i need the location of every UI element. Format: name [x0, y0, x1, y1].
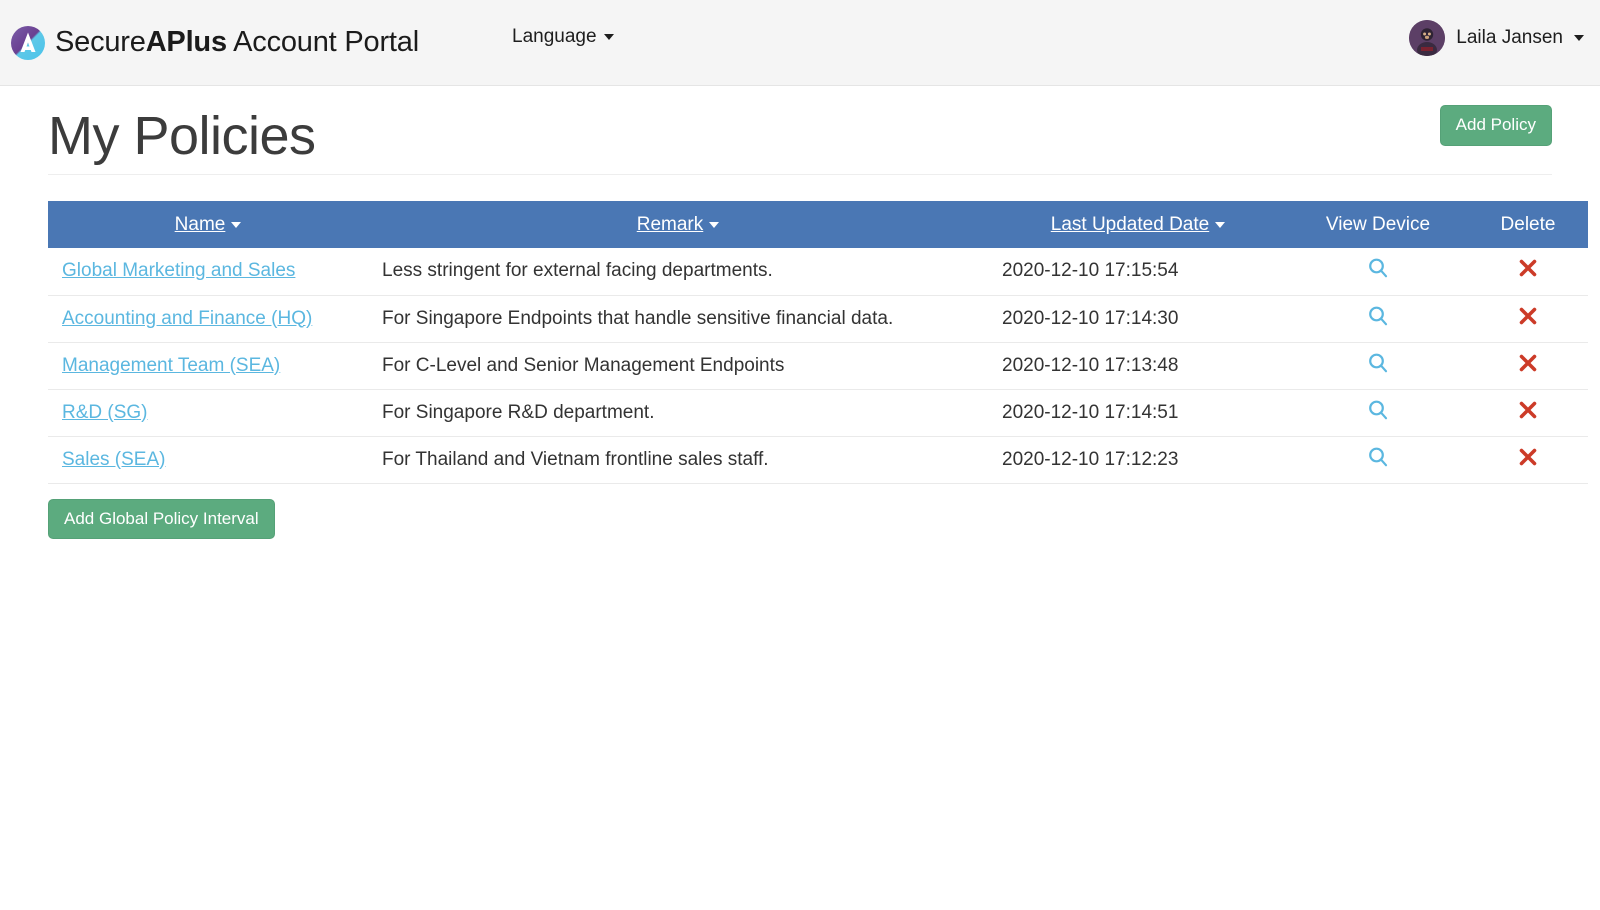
- chevron-down-icon: [231, 221, 242, 228]
- cell-view-device: [1288, 342, 1468, 390]
- cell-last-updated-date: 2020-12-10 17:12:23: [988, 436, 1288, 484]
- column-header-view-device: View Device: [1288, 201, 1468, 248]
- column-label-date: Last Updated Date: [1050, 213, 1210, 235]
- cell-remark: Less stringent for external facing depar…: [368, 248, 988, 296]
- cell-view-device: [1288, 389, 1468, 437]
- policies-table: Name Remark Last Updated Date View Devic…: [48, 201, 1588, 484]
- cell-last-updated-date: 2020-12-10 17:13:48: [988, 342, 1288, 390]
- magnifying-glass-icon[interactable]: [1367, 305, 1389, 327]
- brand-title: SecureAPlus Account Portal: [55, 28, 419, 57]
- cell-name: Management Team (SEA): [48, 342, 368, 390]
- language-label: Language: [512, 26, 597, 47]
- policy-name-link[interactable]: Management Team (SEA): [62, 355, 280, 376]
- cell-remark: For Singapore R&D department.: [368, 389, 988, 437]
- page-container: My Policies Add Policy Name Remark Last …: [0, 86, 1600, 540]
- cell-delete: [1468, 295, 1588, 343]
- column-label-view-device: View Device: [1325, 213, 1431, 235]
- magnifying-glass-icon[interactable]: [1367, 446, 1389, 468]
- chevron-down-icon: [603, 34, 614, 40]
- sort-name-control[interactable]: Name: [175, 214, 242, 236]
- chevron-down-icon: [709, 221, 720, 228]
- cell-delete: [1468, 248, 1588, 296]
- policy-name-link[interactable]: Global Marketing and Sales: [62, 260, 295, 281]
- magnifying-glass-icon[interactable]: [1367, 399, 1389, 421]
- brand-suffix: Account Portal: [226, 26, 419, 58]
- cell-view-device: [1288, 436, 1468, 484]
- brand-logo-link[interactable]: SecureAPlus Account Portal: [10, 25, 419, 61]
- chevron-down-icon: [1215, 221, 1226, 228]
- page-title: My Policies: [48, 106, 316, 166]
- cell-name: Accounting and Finance (HQ): [48, 295, 368, 343]
- policy-name-link[interactable]: R&D (SG): [62, 402, 148, 423]
- red-cross-icon[interactable]: [1518, 258, 1538, 278]
- policy-name-link[interactable]: Sales (SEA): [62, 449, 165, 470]
- column-header-name[interactable]: Name: [48, 201, 368, 248]
- cell-delete: [1468, 342, 1588, 390]
- avatar: [1409, 20, 1446, 56]
- column-label-delete: Delete: [1500, 213, 1556, 235]
- red-cross-icon[interactable]: [1518, 447, 1538, 467]
- secureaplus-logo-icon: [10, 25, 46, 61]
- cell-delete: [1468, 389, 1588, 437]
- column-label-remark: Remark: [636, 213, 704, 235]
- cell-last-updated-date: 2020-12-10 17:14:51: [988, 389, 1288, 437]
- cell-delete: [1468, 436, 1588, 484]
- user-menu[interactable]: Laila Jansen: [1409, 20, 1584, 56]
- table-row: Management Team (SEA) For C-Level and Se…: [48, 342, 1588, 390]
- sort-remark-control[interactable]: Remark: [637, 214, 720, 236]
- add-global-policy-interval-button[interactable]: Add Global Policy Interval: [48, 498, 275, 540]
- red-cross-icon[interactable]: [1518, 306, 1538, 326]
- language-dropdown[interactable]: Language: [512, 26, 614, 48]
- column-label-name: Name: [174, 213, 226, 235]
- policy-name-link[interactable]: Accounting and Finance (HQ): [62, 308, 312, 329]
- page-header: My Policies Add Policy: [48, 86, 1552, 175]
- red-cross-icon[interactable]: [1518, 353, 1538, 373]
- column-header-remark[interactable]: Remark: [368, 201, 988, 248]
- table-header-row: Name Remark Last Updated Date View Devic…: [48, 201, 1588, 248]
- brand-bold: APlus: [145, 26, 227, 58]
- cell-name: Sales (SEA): [48, 436, 368, 484]
- cell-view-device: [1288, 295, 1468, 343]
- column-header-last-updated-date[interactable]: Last Updated Date: [988, 201, 1288, 248]
- column-header-delete: Delete: [1468, 201, 1588, 248]
- cell-name: R&D (SG): [48, 389, 368, 437]
- sort-date-control[interactable]: Last Updated Date: [1050, 213, 1226, 236]
- add-policy-button[interactable]: Add Policy: [1439, 105, 1552, 146]
- chevron-down-icon: [1574, 35, 1584, 41]
- cell-last-updated-date: 2020-12-10 17:15:54: [988, 248, 1288, 296]
- policies-table-body: Global Marketing and Sales Less stringen…: [48, 248, 1588, 484]
- brand-prefix: Secure: [55, 26, 146, 58]
- table-row: Accounting and Finance (HQ) For Singapor…: [48, 295, 1588, 343]
- table-row: Sales (SEA) For Thailand and Vietnam fro…: [48, 436, 1588, 484]
- cell-remark: For Singapore Endpoints that handle sens…: [368, 295, 988, 343]
- top-navbar: SecureAPlus Account Portal Language Lail…: [0, 0, 1600, 86]
- cell-remark: For Thailand and Vietnam frontline sales…: [368, 436, 988, 484]
- table-row: R&D (SG) For Singapore R&D department. 2…: [48, 389, 1588, 437]
- red-cross-icon[interactable]: [1518, 400, 1538, 420]
- cell-remark: For C-Level and Senior Management Endpoi…: [368, 342, 988, 390]
- user-name: Laila Jansen: [1456, 27, 1563, 48]
- magnifying-glass-icon[interactable]: [1367, 257, 1389, 279]
- cell-name: Global Marketing and Sales: [48, 248, 368, 296]
- cell-view-device: [1288, 248, 1468, 296]
- magnifying-glass-icon[interactable]: [1367, 352, 1389, 374]
- policies-table-head: Name Remark Last Updated Date View Devic…: [48, 201, 1588, 248]
- cell-last-updated-date: 2020-12-10 17:14:30: [988, 295, 1288, 343]
- table-row: Global Marketing and Sales Less stringen…: [48, 248, 1588, 296]
